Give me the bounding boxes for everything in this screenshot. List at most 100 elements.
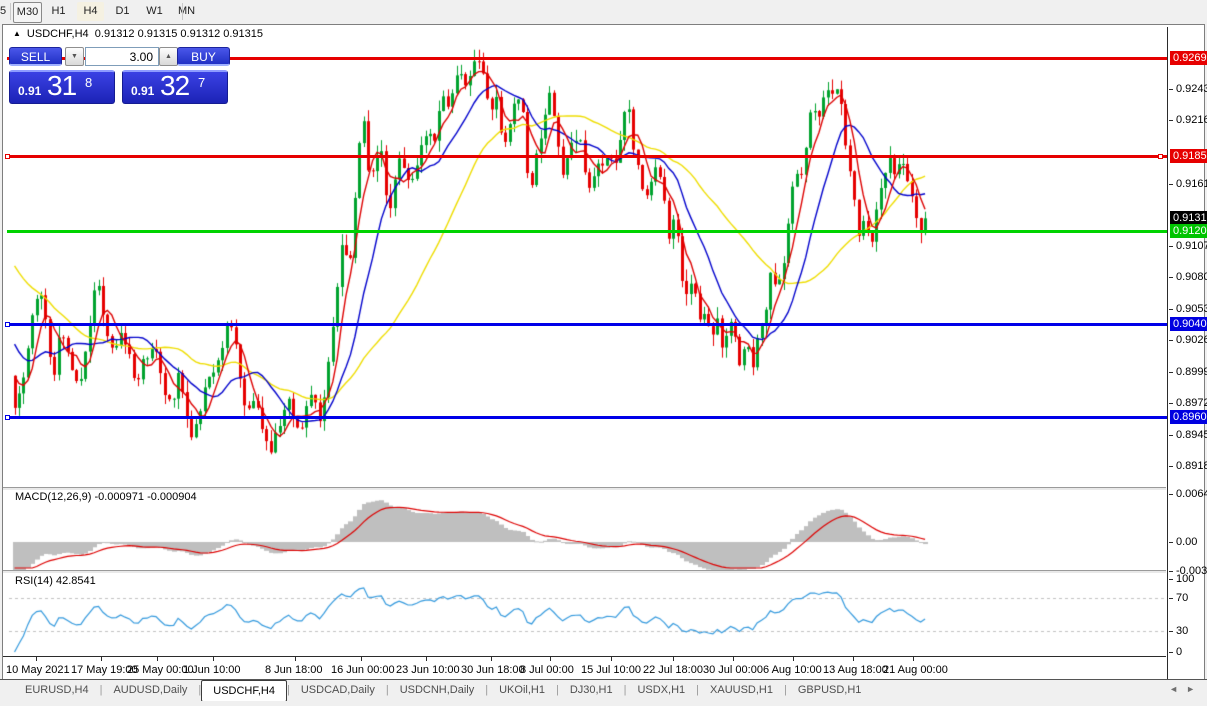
price-line-label-091315: 0.91315 bbox=[1170, 211, 1207, 225]
price-tick-mark bbox=[1169, 89, 1173, 90]
toolbar-separator bbox=[182, 3, 183, 20]
bid-price-prefix: 0.91 bbox=[18, 84, 41, 98]
price-line-label-091855: 0.91855 bbox=[1170, 149, 1207, 163]
time-tick-mark bbox=[213, 657, 214, 661]
rsi-axis-label: 0 bbox=[1176, 646, 1182, 658]
chart-tab-audusd-daily[interactable]: AUDUSD,Daily bbox=[102, 680, 198, 702]
ask-quote-box[interactable]: 0.91 32 7 bbox=[122, 70, 228, 104]
price-tick-mark bbox=[1169, 466, 1173, 467]
tf-button-w1[interactable]: W1 bbox=[141, 2, 168, 21]
line-handle-left[interactable] bbox=[5, 322, 10, 327]
collapse-chart-icon[interactable]: ▲ bbox=[13, 29, 21, 38]
time-tick-label: 8 Jun 18:00 bbox=[265, 664, 323, 676]
time-tick-label: 6 Aug 10:00 bbox=[763, 664, 822, 676]
chart-tab-bar: EURUSD,H4|AUDUSD,Daily|USDCHF,H4|USDCAD,… bbox=[0, 679, 1207, 702]
price-tick-mark bbox=[1169, 184, 1173, 185]
one-click-trading-panel: SELL ▼ ▲ BUY 0.91 31 8 0.91 32 7 bbox=[9, 47, 230, 127]
level-line-091855[interactable] bbox=[7, 155, 1167, 158]
tab-scroll-left-icon[interactable]: ◄ bbox=[1169, 684, 1186, 694]
price-line-label-091208: 0.91208 bbox=[1170, 224, 1207, 238]
price-axis[interactable]: 0.924300.921600.916150.910750.908050.905… bbox=[1169, 25, 1203, 679]
chart-tab-usdcad-daily[interactable]: USDCAD,Daily bbox=[290, 680, 386, 702]
time-tick-label: 21 Aug 00:00 bbox=[883, 664, 948, 676]
macd-label: MACD(12,26,9) -0.000971 -0.000904 bbox=[15, 491, 197, 503]
level-line-089602[interactable] bbox=[7, 416, 1167, 419]
sell-button[interactable]: SELL bbox=[9, 47, 62, 66]
chart-tab-usdcnh-daily[interactable]: USDCNH,Daily bbox=[389, 680, 486, 702]
indicator-tick-mark bbox=[1169, 598, 1173, 599]
price-tick-mark bbox=[1169, 435, 1173, 436]
time-tick-mark bbox=[361, 657, 362, 661]
chart-tab-xauusd-h1[interactable]: XAUUSD,H1 bbox=[699, 680, 784, 702]
chart-tab-gbpusd-h1[interactable]: GBPUSD,H1 bbox=[787, 680, 873, 702]
line-handle-left[interactable] bbox=[5, 415, 10, 420]
price-tick-label: 0.91615 bbox=[1176, 178, 1207, 190]
rsi-axis-label: 100 bbox=[1176, 573, 1194, 585]
time-tick-mark bbox=[550, 657, 551, 661]
time-tick-mark bbox=[793, 657, 794, 661]
tab-scroll-right-icon[interactable]: ► bbox=[1186, 684, 1203, 694]
time-tick-label: 30 Jul 00:00 bbox=[703, 664, 763, 676]
line-handle-right[interactable] bbox=[1158, 154, 1163, 159]
chart-window: ▲USDCHF,H4 0.91312 0.91315 0.91312 0.913… bbox=[2, 24, 1205, 681]
price-tick-label: 0.91075 bbox=[1176, 240, 1207, 252]
macd-axis-label: 0.00647 bbox=[1176, 488, 1207, 500]
price-tick-mark bbox=[1169, 372, 1173, 373]
price-tick-label: 0.92160 bbox=[1176, 114, 1207, 126]
price-tick-mark bbox=[1169, 277, 1173, 278]
time-tick-label: 30 Jun 18:00 bbox=[461, 664, 525, 676]
price-line-label-092699: 0.92699 bbox=[1170, 51, 1207, 65]
chart-tab-usdx-h1[interactable]: USDX,H1 bbox=[626, 680, 696, 702]
chart-tab-usdchf-h4[interactable]: USDCHF,H4 bbox=[201, 680, 287, 702]
chart-tab-eurusd-h4[interactable]: EURUSD,H4 bbox=[14, 680, 100, 702]
price-tick-label: 0.89720 bbox=[1176, 397, 1207, 409]
tf-button-d1[interactable]: D1 bbox=[109, 2, 136, 21]
chart-tab-ukoil-h1[interactable]: UKOil,H1 bbox=[488, 680, 556, 702]
price-line-label-089602: 0.89602 bbox=[1170, 410, 1207, 424]
chart-tab-dj30-h1[interactable]: DJ30,H1 bbox=[559, 680, 624, 702]
time-tick-label: 13 Aug 18:00 bbox=[823, 664, 888, 676]
tab-scroll-arrows[interactable]: ◄► bbox=[1169, 684, 1203, 694]
level-line-091208[interactable] bbox=[7, 230, 1167, 233]
tf-button-h1[interactable]: H1 bbox=[45, 2, 72, 21]
time-tick-label: 1 Jun 10:00 bbox=[183, 664, 241, 676]
volume-input[interactable] bbox=[85, 47, 159, 66]
line-handle-left[interactable] bbox=[5, 154, 10, 159]
tab-bar-padding bbox=[0, 680, 14, 702]
time-tick-mark bbox=[426, 657, 427, 661]
time-tick-label: 15 Jul 10:00 bbox=[581, 664, 641, 676]
tf-button-m30[interactable]: M30 bbox=[13, 2, 42, 23]
time-tick-label: 22 Jul 18:00 bbox=[643, 664, 703, 676]
buy-button[interactable]: BUY bbox=[177, 47, 230, 66]
price-tick-label: 0.90805 bbox=[1176, 271, 1207, 283]
price-tick-label: 0.89450 bbox=[1176, 429, 1207, 441]
time-tick-mark bbox=[853, 657, 854, 661]
chart-title-row: ▲USDCHF,H4 0.91312 0.91315 0.91312 0.913… bbox=[13, 28, 263, 43]
time-tick-mark bbox=[673, 657, 674, 661]
volume-decrease-button[interactable]: ▼ bbox=[65, 47, 84, 66]
indicator-tick-mark bbox=[1169, 571, 1173, 572]
bid-quote-box[interactable]: 0.91 31 8 bbox=[9, 70, 115, 104]
price-axis-separator bbox=[1167, 27, 1168, 679]
price-tick-mark bbox=[1169, 120, 1173, 121]
volume-increase-button[interactable]: ▲ bbox=[159, 47, 178, 66]
toolbar-separator bbox=[10, 3, 11, 20]
indicator-tick-mark bbox=[1169, 631, 1173, 632]
level-line-090405[interactable] bbox=[7, 323, 1167, 326]
rsi-indicator-canvas[interactable] bbox=[7, 572, 1167, 656]
ask-price-sup: 7 bbox=[198, 75, 205, 90]
time-tick-mark bbox=[101, 657, 102, 661]
time-tick-label: 16 Jun 00:00 bbox=[331, 664, 395, 676]
tf-button-mn[interactable]: MN bbox=[173, 2, 200, 21]
timeframe-toolbar: 5 M30H1H4D1W1MN bbox=[0, 0, 1207, 24]
chart-ohlc-quotes: 0.91312 0.91315 0.91312 0.91315 bbox=[95, 28, 263, 40]
tf-button-h4[interactable]: H4 bbox=[77, 2, 104, 21]
time-tick-mark bbox=[491, 657, 492, 661]
time-tick-mark bbox=[36, 657, 37, 661]
indicator-tick-mark bbox=[1169, 579, 1173, 580]
time-axis[interactable]: 10 May 202117 May 19:0025 May 00:001 Jun… bbox=[3, 656, 1166, 680]
price-tick-mark bbox=[1169, 403, 1173, 404]
indicator-tick-mark bbox=[1169, 652, 1173, 653]
time-tick-mark bbox=[611, 657, 612, 661]
ask-price-big: 32 bbox=[160, 70, 189, 102]
